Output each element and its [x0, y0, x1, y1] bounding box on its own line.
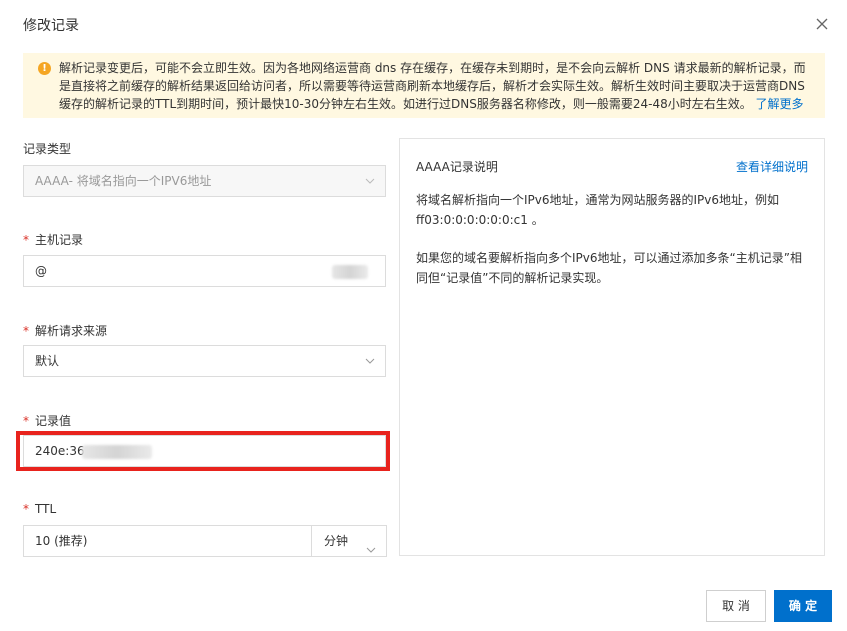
info-paragraph: 将域名解析指向一个IPv6地址，通常为网站服务器的IPv6地址，例如ff03:0…	[416, 193, 780, 227]
info-panel: AAAA记录说明 查看详细说明 将域名解析指向一个IPv6地址，通常为网站服务器…	[399, 138, 825, 556]
line-label-text: 解析请求来源	[35, 324, 108, 338]
ttl-label: * TTL	[23, 502, 56, 516]
record-type-value: AAAA- 将域名指向一个IPV6地址	[35, 174, 212, 188]
line-select[interactable]: 默认	[23, 345, 386, 377]
ttl-unit: 分钟	[324, 534, 349, 548]
required-mark: *	[23, 414, 29, 428]
value-label: * 记录值	[23, 412, 71, 429]
chevron-down-icon	[365, 356, 375, 366]
notice-text: 解析记录变更后，可能不会立即生效。因为各地网络运营商 dns 存在缓存，在缓存未…	[59, 59, 811, 113]
ok-button[interactable]: 确 定	[774, 590, 832, 622]
info-title: AAAA记录说明	[416, 160, 498, 174]
chevron-down-icon	[365, 176, 375, 186]
notice-message: 解析记录变更后，可能不会立即生效。因为各地网络运营商 dns 存在缓存，在缓存未…	[59, 61, 806, 111]
record-type-select[interactable]: AAAA- 将域名指向一个IPV6地址	[23, 165, 386, 197]
line-value: 默认	[35, 354, 60, 368]
learn-more-link[interactable]: 了解更多	[756, 97, 804, 111]
dialog-title: 修改记录	[23, 18, 79, 34]
ttl-unit-select[interactable]: 分钟	[311, 525, 387, 557]
host-label-text: 主机记录	[35, 233, 84, 247]
host-label: * 主机记录	[23, 231, 83, 248]
record-type-label: 记录类型	[23, 142, 72, 156]
host-input[interactable]: @	[23, 255, 386, 287]
required-mark: *	[23, 324, 29, 338]
view-details-link[interactable]: 查看详细说明	[736, 158, 808, 175]
ttl-value: 10 (推荐)	[35, 534, 88, 548]
cancel-button[interactable]: 取 消	[706, 590, 766, 622]
value-label-text: 记录值	[35, 414, 72, 428]
ttl-label-text: TTL	[35, 502, 57, 516]
host-value: @	[35, 264, 47, 278]
redacted-domain	[332, 265, 368, 279]
chevron-down-icon	[366, 536, 376, 553]
ttl-input[interactable]: 10 (推荐)	[23, 525, 312, 557]
info-paragraph: 如果您的域名要解析指向多个IPv6地址，可以通过添加多条“主机记录”相同但“记录…	[416, 251, 802, 285]
warning-icon: !	[38, 62, 51, 75]
required-mark: *	[23, 502, 29, 516]
required-mark: *	[23, 233, 29, 247]
close-icon[interactable]	[813, 15, 831, 33]
line-label: * 解析请求来源	[23, 322, 107, 339]
notice-banner: ! 解析记录变更后，可能不会立即生效。因为各地网络运营商 dns 存在缓存，在缓…	[23, 53, 825, 118]
highlight-box	[16, 431, 390, 471]
